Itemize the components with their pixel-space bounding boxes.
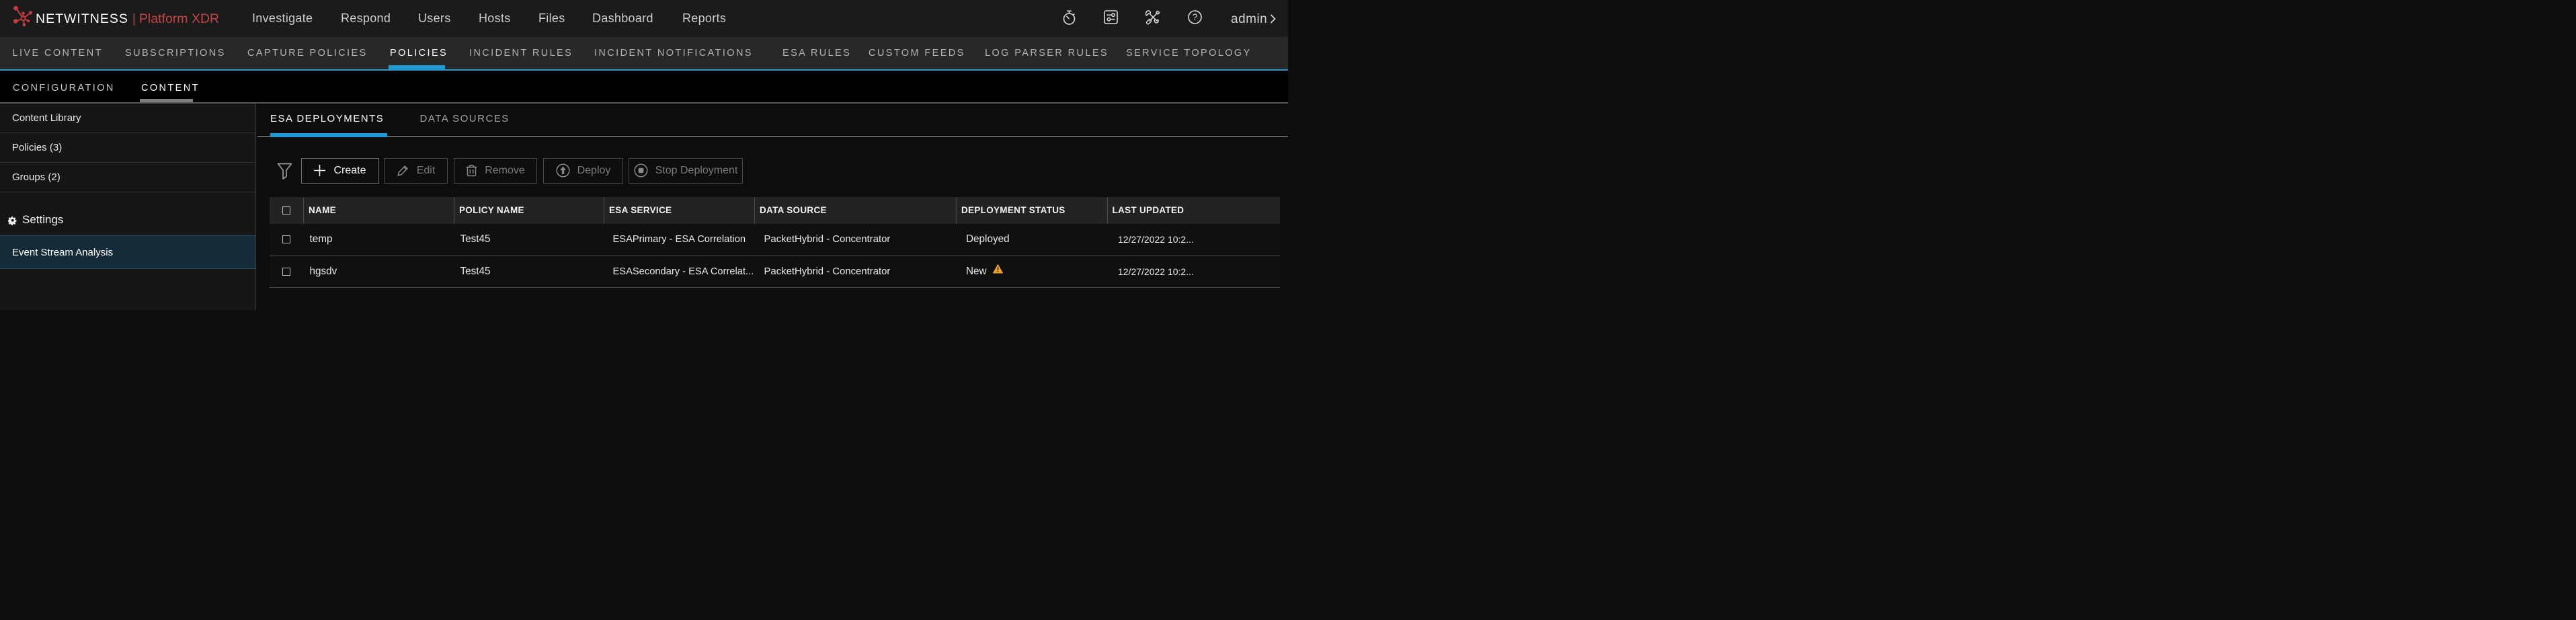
svg-text:?: ? — [1193, 11, 1198, 22]
